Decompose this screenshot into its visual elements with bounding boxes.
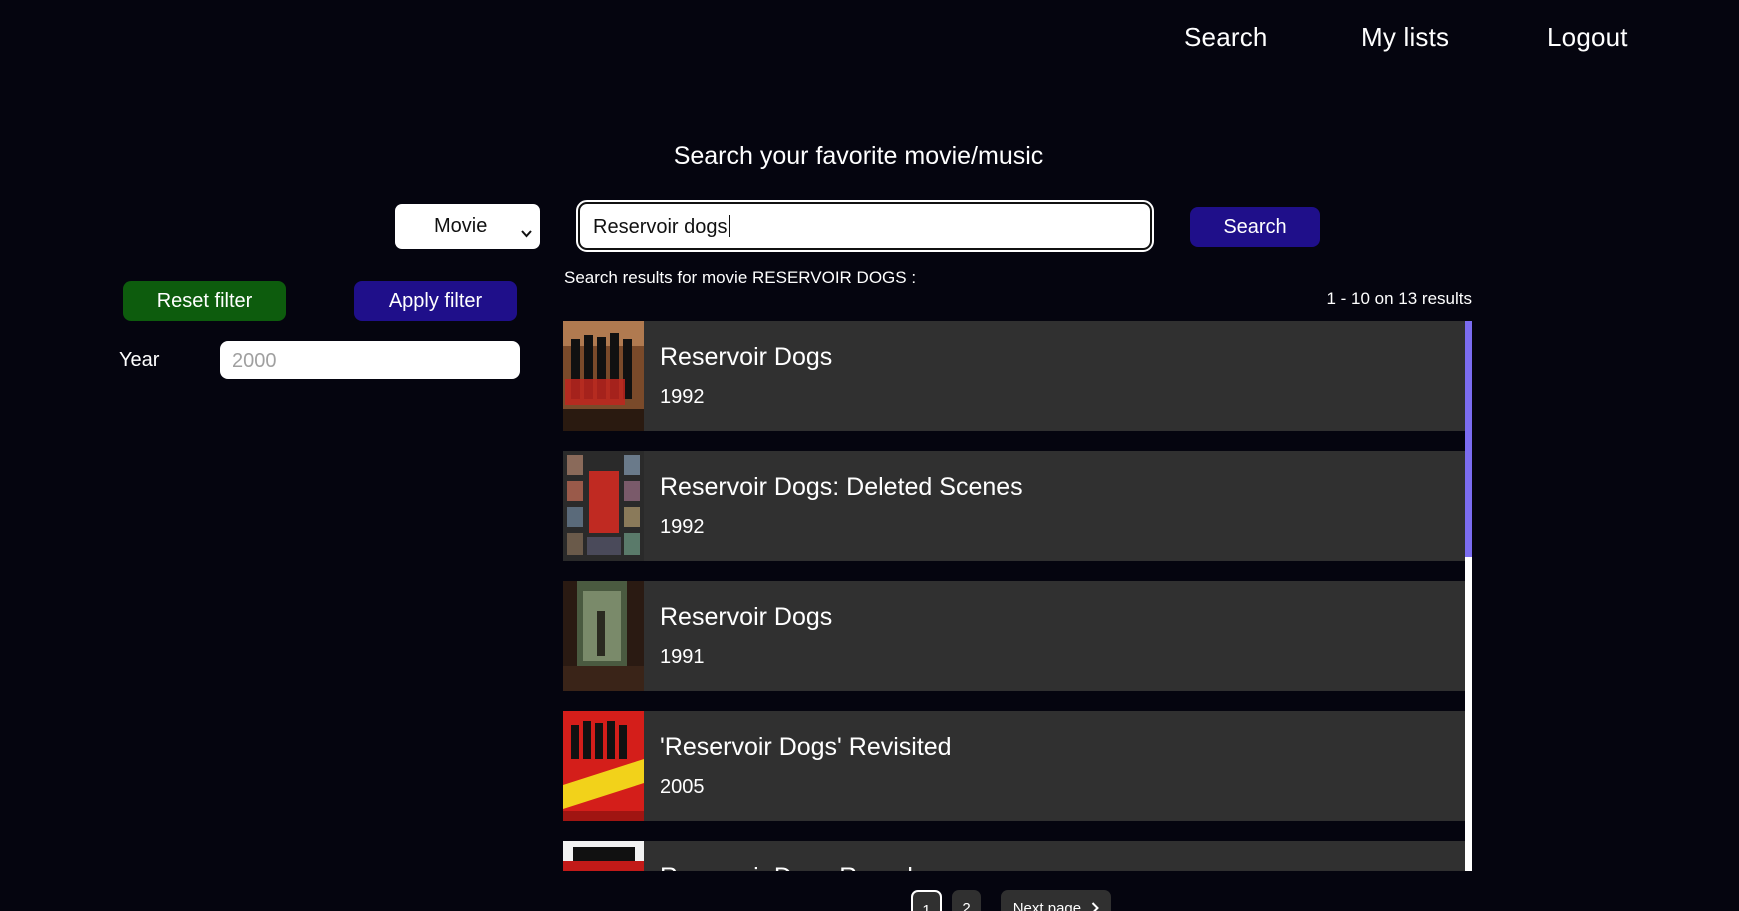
media-type-select[interactable]: Movie bbox=[395, 204, 540, 249]
result-title: 'Reservoir Dogs' Revisited bbox=[660, 733, 952, 761]
search-button[interactable]: Search bbox=[1190, 207, 1320, 247]
result-year: 1992 bbox=[660, 386, 705, 408]
page: Search My lists Logout Search your favor… bbox=[0, 0, 1739, 911]
year-filter-input[interactable]: 2000 bbox=[220, 341, 520, 379]
result-item[interactable]: Reservoir Dogs: Deleted Scenes 1992 bbox=[563, 451, 1465, 561]
results-list[interactable]: Reservoir Dogs 1992 Reservoir Dogs: Dele… bbox=[563, 321, 1472, 871]
result-year: 2005 bbox=[660, 776, 705, 798]
movie-poster bbox=[563, 841, 644, 871]
chevron-down-icon bbox=[521, 221, 532, 244]
chevron-right-icon bbox=[1091, 891, 1100, 911]
next-page-label: Next page bbox=[1012, 900, 1082, 911]
result-year: 1992 bbox=[660, 516, 705, 538]
movie-poster bbox=[563, 711, 644, 821]
next-page-button[interactable]: Next page bbox=[1001, 890, 1111, 911]
year-filter-label: Year bbox=[119, 349, 160, 371]
reset-filter-button[interactable]: Reset filter bbox=[123, 281, 286, 321]
result-title: Reservoir Dogs bbox=[660, 343, 833, 371]
result-item[interactable]: Reservoir Dogs 1992 bbox=[563, 321, 1465, 431]
movie-poster bbox=[563, 321, 644, 431]
nav-search-link[interactable]: Search bbox=[1184, 22, 1268, 53]
nav-logout-link[interactable]: Logout bbox=[1547, 22, 1628, 53]
result-item[interactable]: Reservoir Dogs 1991 bbox=[563, 581, 1465, 691]
results-caption: Search results for movie RESERVOIR DOGS … bbox=[564, 268, 917, 287]
results-scrollbar[interactable] bbox=[1465, 321, 1472, 871]
result-item[interactable]: 'Reservoir Dogs' Revisited 2005 bbox=[563, 711, 1465, 821]
search-input-value: Reservoir dogs bbox=[593, 216, 728, 238]
result-title: Reservoir Dogs Round bbox=[660, 863, 913, 871]
media-type-value: Movie bbox=[434, 215, 488, 237]
results-scrollbar-thumb[interactable] bbox=[1465, 321, 1472, 557]
year-filter-placeholder: 2000 bbox=[232, 350, 277, 372]
results-count: 1 - 10 on 13 results bbox=[1326, 289, 1472, 308]
apply-filter-button[interactable]: Apply filter bbox=[354, 281, 517, 321]
page-button-2[interactable]: 2 bbox=[952, 890, 981, 911]
result-item[interactable]: Reservoir Dogs Round bbox=[563, 841, 1465, 871]
movie-poster bbox=[563, 581, 644, 691]
page-title: Search your favorite movie/music bbox=[673, 142, 1044, 170]
result-title: Reservoir Dogs: Deleted Scenes bbox=[660, 473, 1023, 501]
search-input[interactable]: Reservoir dogs bbox=[576, 200, 1154, 252]
nav-my-lists-link[interactable]: My lists bbox=[1361, 22, 1449, 53]
result-year: 1991 bbox=[660, 646, 705, 668]
result-title: Reservoir Dogs bbox=[660, 603, 833, 631]
text-caret bbox=[728, 215, 730, 237]
movie-poster bbox=[563, 451, 644, 561]
page-button-1[interactable]: 1 bbox=[911, 890, 942, 911]
